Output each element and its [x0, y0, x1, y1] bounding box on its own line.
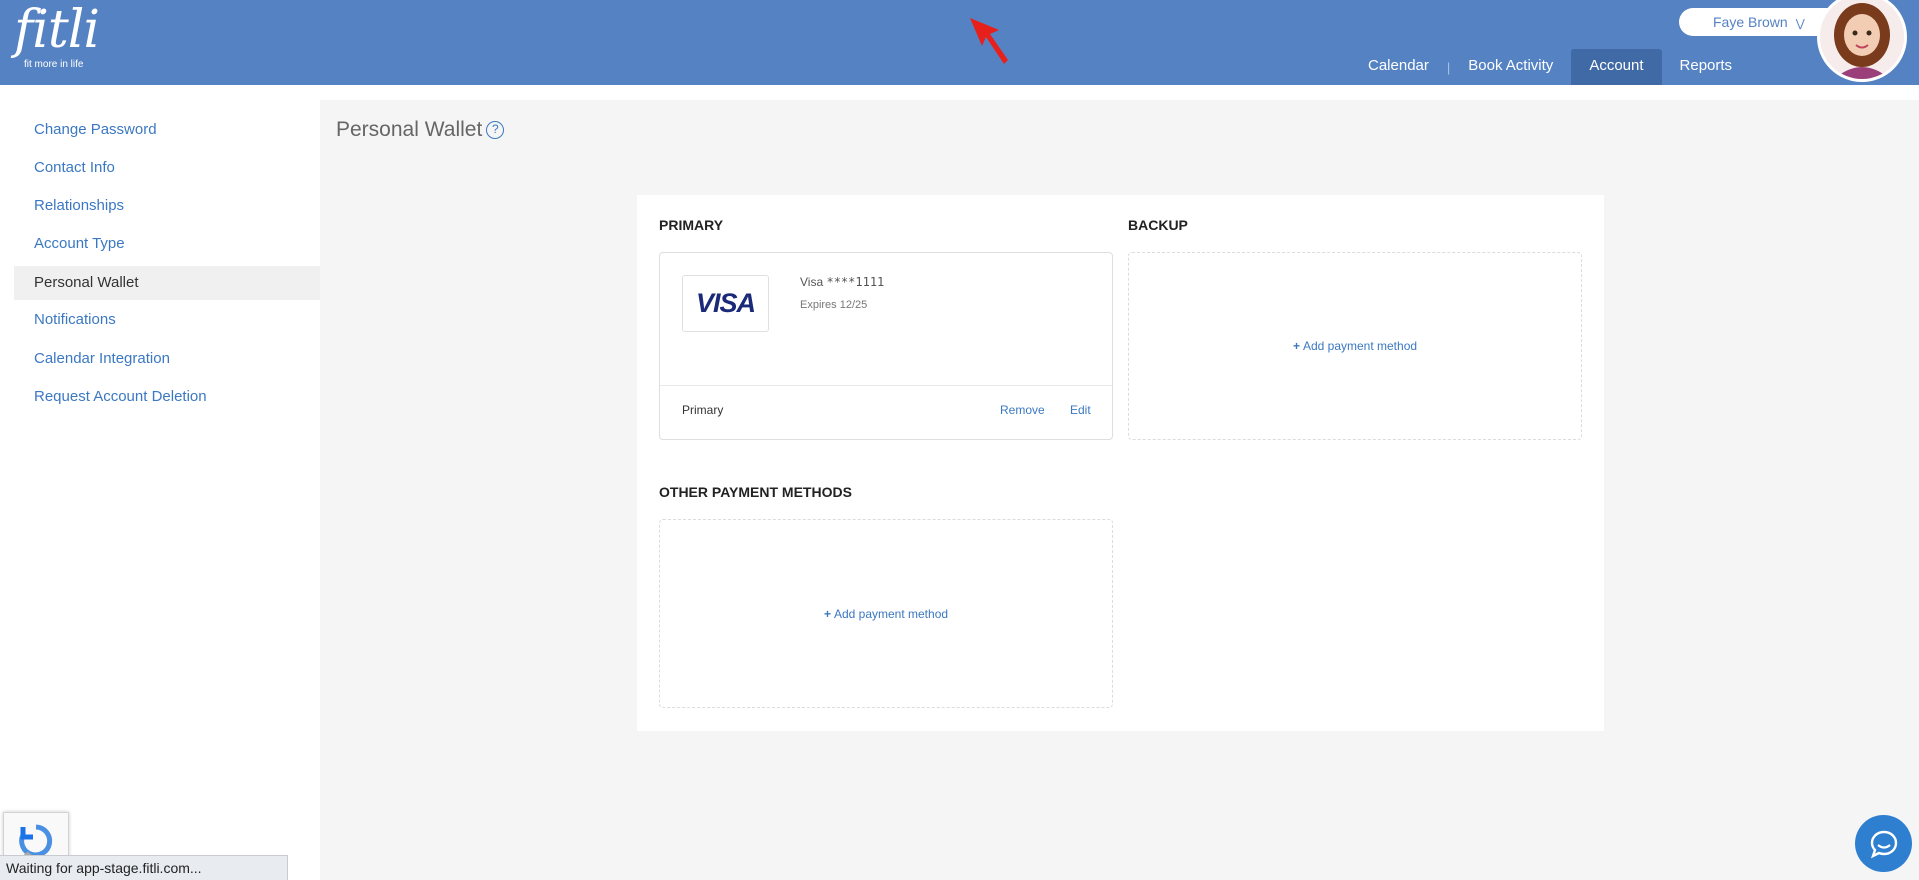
- sidebar-item-personal-wallet[interactable]: Personal Wallet: [14, 266, 320, 300]
- plus-icon: +: [1292, 339, 1300, 353]
- cursor-arrow-icon: [970, 18, 1008, 64]
- card-divider: [660, 385, 1112, 386]
- chat-launcher-button[interactable]: [1855, 815, 1912, 872]
- backup-payment-slot[interactable]: + Add payment method: [1128, 252, 1582, 440]
- edit-card-link[interactable]: Edit: [1070, 403, 1091, 417]
- chat-icon: [1870, 830, 1897, 858]
- visa-brand: VISA: [695, 288, 756, 318]
- primary-section-label: PRIMARY: [659, 217, 724, 233]
- nav-book-activity[interactable]: Book Activity: [1450, 49, 1571, 85]
- logo-word: fitli: [14, 0, 100, 60]
- plus-icon: +: [823, 606, 831, 621]
- visa-logo: VISA: [682, 275, 769, 332]
- sidebar-item-account-type[interactable]: Account Type: [14, 227, 320, 261]
- add-other-label: Add payment method: [833, 606, 949, 621]
- remove-card-link[interactable]: Remove: [1000, 403, 1045, 417]
- logo-tagline: fit more in life: [24, 59, 84, 70]
- card-mask-digits: ****1111: [826, 275, 885, 289]
- sidebar-item-notifications[interactable]: Notifications: [14, 303, 320, 337]
- add-backup-label: Add payment method: [1302, 339, 1418, 353]
- sidebar-item-change-password[interactable]: Change Password: [14, 113, 320, 147]
- avatar-illustration: [1820, 0, 1904, 79]
- main-nav: Calendar | Book Activity Account Reports: [1350, 49, 1750, 85]
- nav-account[interactable]: Account: [1571, 49, 1662, 85]
- nav-calendar[interactable]: Calendar: [1350, 49, 1447, 85]
- fitli-logo[interactable]: fitli fit more in life: [14, 0, 100, 70]
- account-sidebar: Change Password Contact Info Relationshi…: [0, 85, 320, 880]
- add-backup-payment-link[interactable]: + Add payment method: [1293, 339, 1417, 353]
- top-bar: fitli fit more in life Faye Brown ⋁ Calen…: [0, 0, 1919, 85]
- sidebar-item-relationships[interactable]: Relationships: [14, 189, 320, 223]
- sidebar-item-calendar-integration[interactable]: Calendar Integration: [14, 342, 320, 376]
- other-payment-slot[interactable]: + Add payment method: [659, 519, 1113, 708]
- sidebar-item-request-account-deletion[interactable]: Request Account Deletion: [14, 380, 320, 414]
- browser-status-bar: Waiting for app-stage.fitli.com...: [0, 855, 288, 880]
- primary-payment-card: VISA Visa ****1111 Expires 12/25 Primary…: [659, 252, 1113, 440]
- card-mask-prefix: Visa: [800, 275, 827, 289]
- wallet-panel: PRIMARY BACKUP VISA Visa ****1111 Expire…: [637, 195, 1604, 731]
- card-expiry: Expires 12/25: [800, 299, 868, 311]
- user-name: Faye Brown: [1713, 14, 1788, 30]
- card-status: Primary: [682, 403, 724, 417]
- backup-section-label: BACKUP: [1128, 217, 1188, 233]
- page-title: Personal Wallet?: [336, 118, 505, 142]
- help-icon[interactable]: ?: [486, 121, 505, 139]
- add-other-payment-link[interactable]: + Add payment method: [824, 607, 948, 621]
- avatar[interactable]: [1817, 0, 1907, 82]
- nav-reports[interactable]: Reports: [1662, 49, 1751, 85]
- page-title-text: Personal Wallet: [336, 118, 483, 141]
- main-content: Personal Wallet? PRIMARY BACKUP VISA Vis…: [320, 100, 1919, 880]
- sidebar-item-contact-info[interactable]: Contact Info: [14, 151, 320, 185]
- card-number-masked: Visa ****1111: [800, 275, 884, 289]
- other-methods-section-label: OTHER PAYMENT METHODS: [659, 484, 852, 500]
- chevron-down-icon: ⋁: [1795, 18, 1805, 30]
